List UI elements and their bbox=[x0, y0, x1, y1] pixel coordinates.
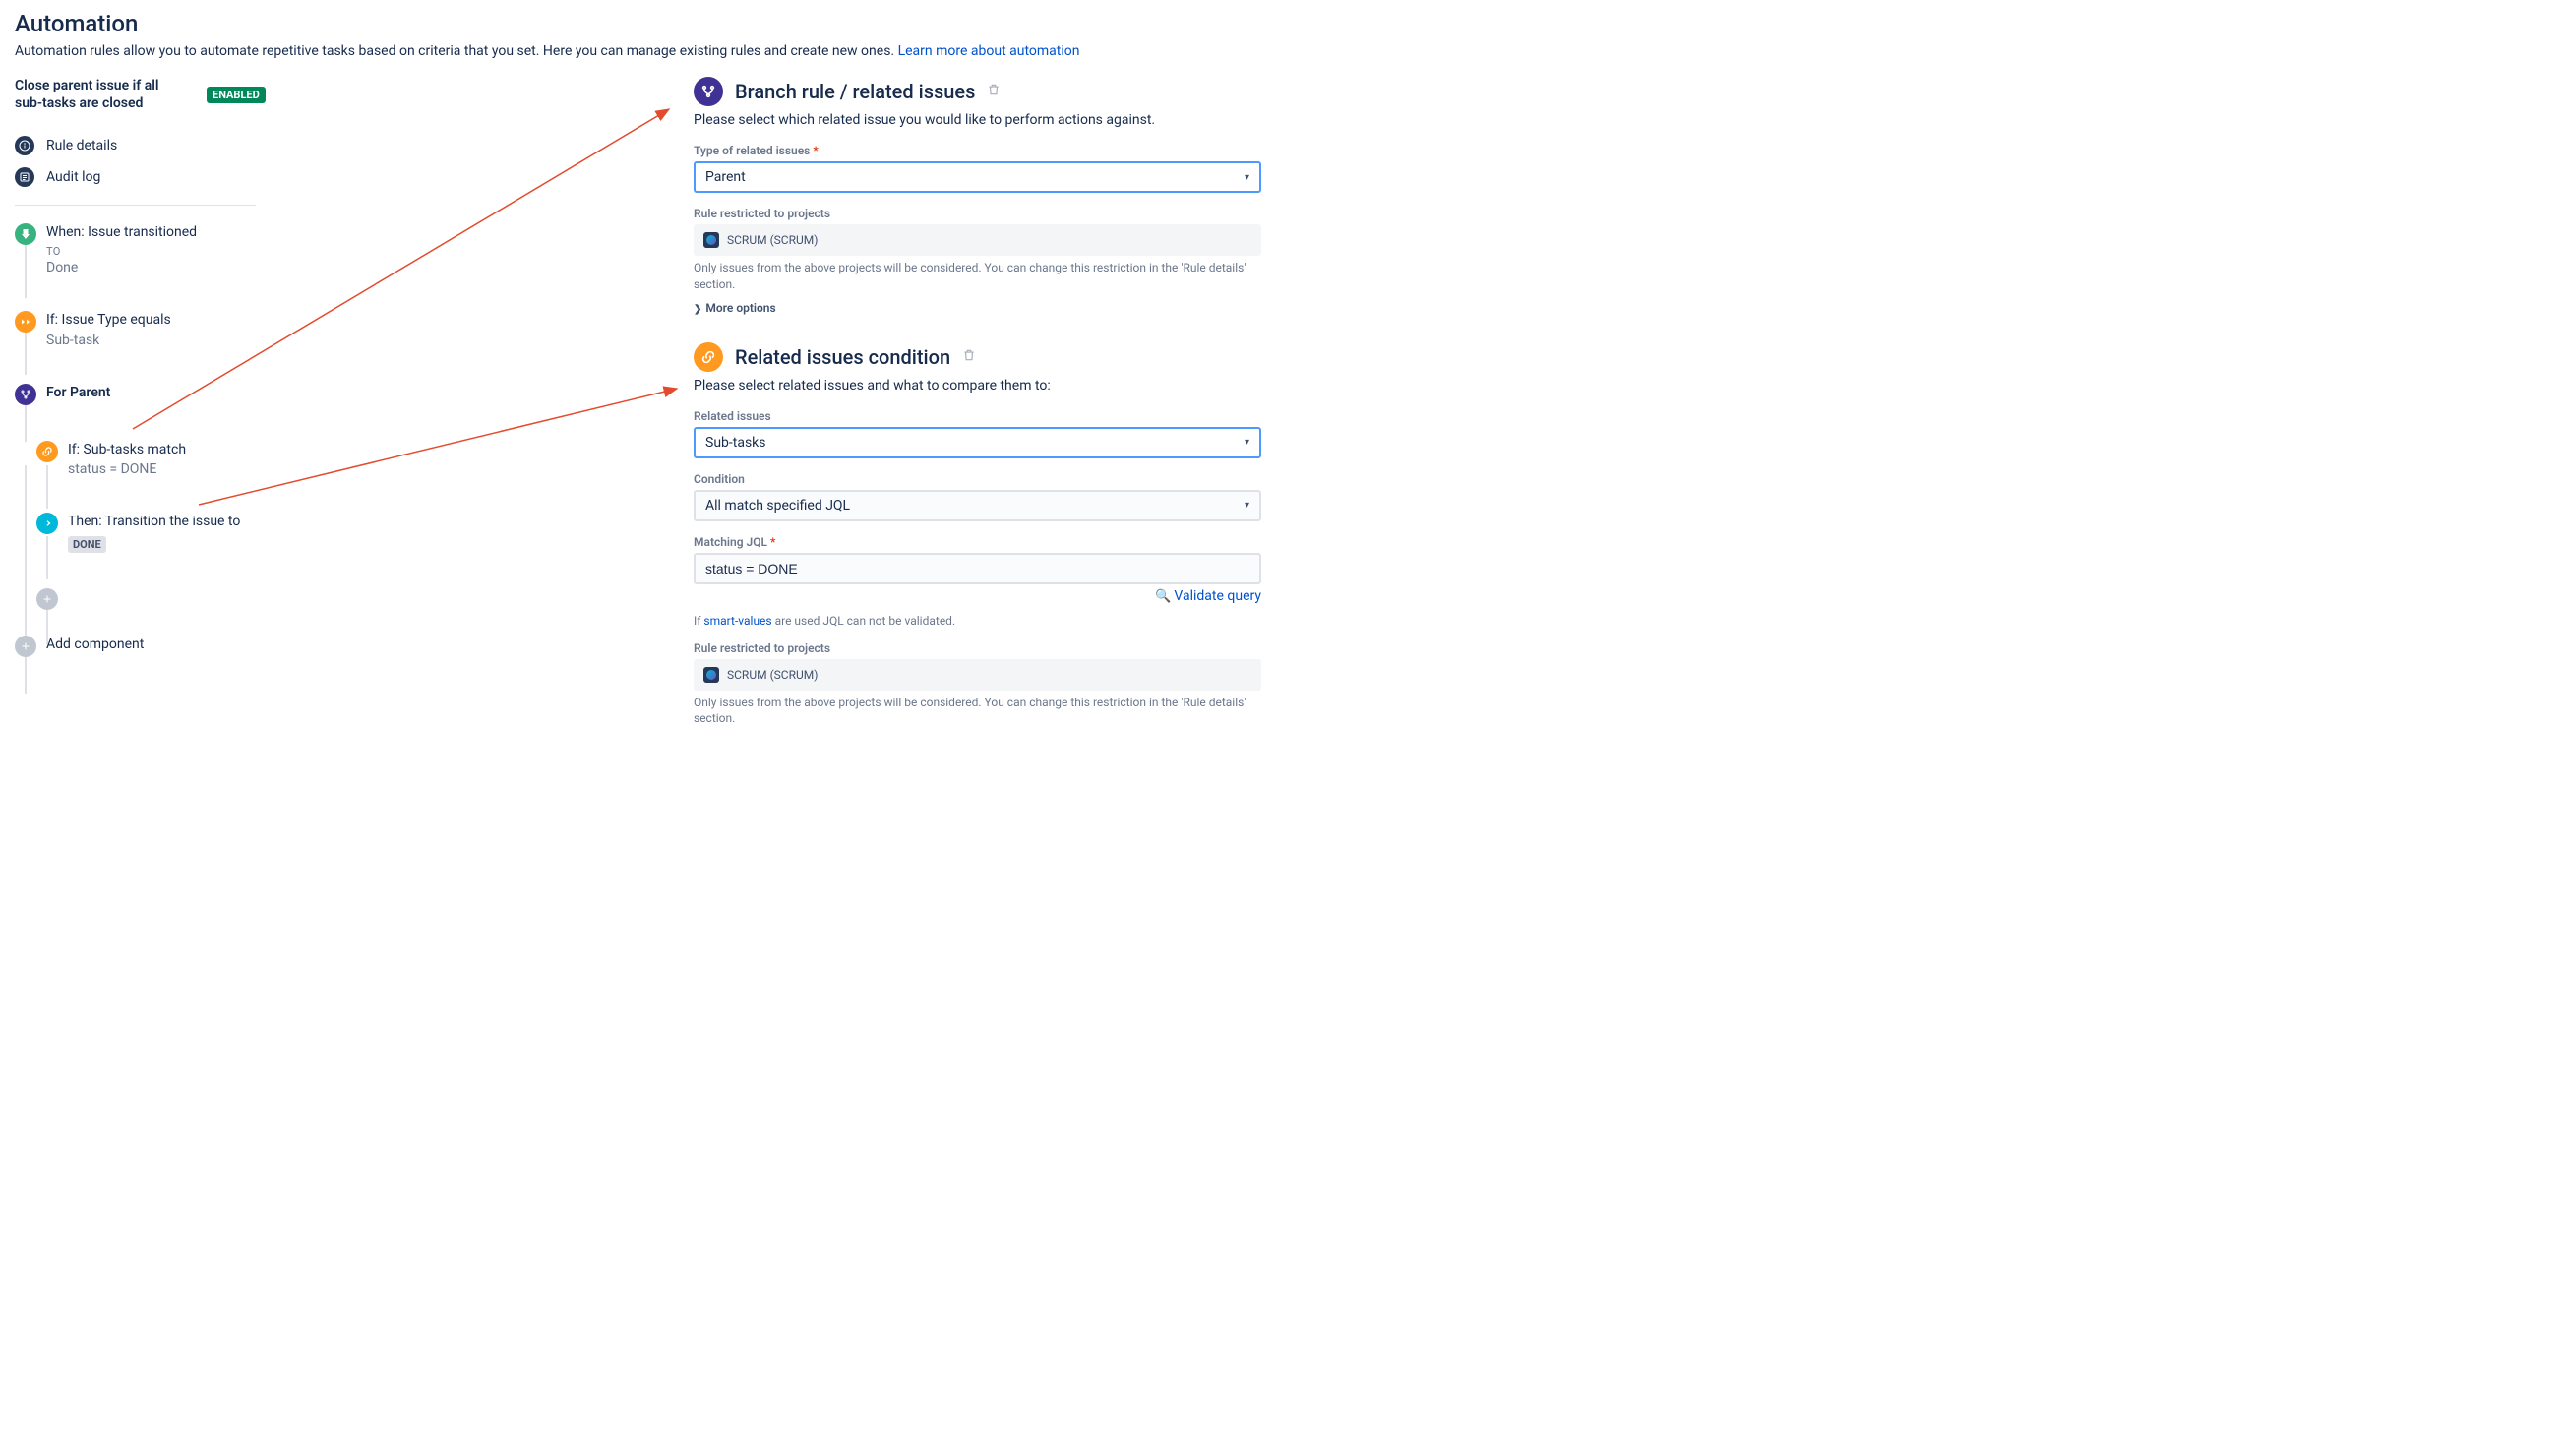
divider bbox=[15, 205, 256, 206]
jql-input[interactable] bbox=[694, 553, 1261, 584]
search-icon: 🔍 bbox=[1155, 589, 1171, 604]
field-label-restrict: Rule restricted to projects bbox=[694, 207, 1261, 220]
type-related-select[interactable]: Parent ▾ bbox=[694, 161, 1261, 193]
chevron-down-icon: ▾ bbox=[1245, 172, 1249, 183]
chevron-down-icon: ▾ bbox=[1245, 500, 1249, 511]
flow-sublabel: TO bbox=[46, 245, 349, 258]
flow-title: If: Sub-tasks match bbox=[68, 441, 349, 460]
project-name: SCRUM (SCRUM) bbox=[727, 668, 818, 682]
flow-add-component[interactable]: Add component bbox=[15, 636, 349, 657]
project-name: SCRUM (SCRUM) bbox=[727, 233, 818, 247]
validate-query-link[interactable]: 🔍Validate query bbox=[1155, 588, 1261, 604]
related-issues-select[interactable]: Sub-tasks ▾ bbox=[694, 427, 1261, 458]
project-icon bbox=[703, 232, 719, 248]
action-icon bbox=[36, 513, 58, 534]
smart-values-link[interactable]: smart-values bbox=[703, 614, 771, 628]
nav-rule-details[interactable]: Rule details bbox=[15, 130, 349, 161]
subtitle-text: Automation rules allow you to automate r… bbox=[15, 43, 898, 59]
flow-add-nested[interactable] bbox=[15, 588, 349, 610]
panel-title: Branch rule / related issues bbox=[735, 80, 975, 103]
field-label-restrict: Rule restricted to projects bbox=[694, 641, 1261, 655]
plus-icon bbox=[36, 588, 58, 610]
flow-title: For Parent bbox=[46, 384, 349, 403]
project-icon bbox=[703, 667, 719, 683]
flow-title: When: Issue transitioned bbox=[46, 223, 349, 243]
chevron-down-icon: ▾ bbox=[1245, 437, 1249, 448]
status-lozenge: DONE bbox=[68, 536, 106, 553]
field-label-condition: Condition bbox=[694, 472, 1261, 486]
helper-text: Only issues from the above projects will… bbox=[694, 695, 1261, 728]
smart-values-note: If smart-values are used JQL can not be … bbox=[694, 614, 1261, 628]
link-icon bbox=[694, 342, 723, 372]
select-value: Parent bbox=[705, 169, 746, 185]
learn-more-link[interactable]: Learn more about automation bbox=[898, 43, 1080, 59]
flow-action-transition[interactable]: Then: Transition the issue to DONE bbox=[15, 513, 349, 553]
flow-trigger[interactable]: When: Issue transitioned TO Done bbox=[15, 223, 349, 275]
status-badge: ENABLED bbox=[207, 87, 266, 103]
page-title: Automation bbox=[15, 10, 1261, 37]
select-value: Sub-tasks bbox=[705, 435, 766, 451]
flow-title: Add component bbox=[46, 636, 349, 655]
field-label-type: Type of related issues * bbox=[694, 144, 1261, 157]
flow-branch-parent[interactable]: For Parent bbox=[15, 384, 349, 405]
panel-description: Please select related issues and what to… bbox=[694, 378, 1261, 394]
flow-title: Then: Transition the issue to bbox=[68, 513, 349, 532]
branch-icon bbox=[15, 384, 36, 405]
project-restriction: SCRUM (SCRUM) bbox=[694, 224, 1261, 256]
info-icon bbox=[15, 136, 34, 155]
link-icon bbox=[36, 441, 58, 462]
trigger-icon bbox=[15, 223, 36, 245]
panel-description: Please select which related issue you wo… bbox=[694, 112, 1261, 128]
nav-label: Audit log bbox=[46, 169, 100, 185]
project-restriction: SCRUM (SCRUM) bbox=[694, 659, 1261, 691]
field-label-related: Related issues bbox=[694, 409, 1261, 423]
flow-title: If: Issue Type equals bbox=[46, 311, 349, 331]
chevron-right-icon: ❯ bbox=[694, 304, 701, 315]
select-value: All match specified JQL bbox=[705, 498, 850, 514]
rule-name: Close parent issue if all sub-tasks are … bbox=[15, 77, 177, 112]
nav-label: Rule details bbox=[46, 138, 117, 153]
more-options-toggle[interactable]: ❯More options bbox=[694, 301, 1261, 315]
page-subtitle: Automation rules allow you to automate r… bbox=[15, 43, 1261, 59]
field-label-jql: Matching JQL * bbox=[694, 535, 1261, 549]
condition-icon bbox=[15, 311, 36, 333]
panel-title: Related issues condition bbox=[735, 345, 950, 369]
helper-text: Only issues from the above projects will… bbox=[694, 260, 1261, 293]
related-issues-panel: Related issues condition Please select r… bbox=[694, 342, 1261, 728]
flow-meta: Done bbox=[46, 260, 349, 275]
flow-meta: Sub-task bbox=[46, 333, 349, 348]
flow-condition-issuetype[interactable]: If: Issue Type equals Sub-task bbox=[15, 311, 349, 348]
condition-select[interactable]: All match specified JQL ▾ bbox=[694, 490, 1261, 521]
delete-icon[interactable] bbox=[962, 348, 976, 366]
flow-meta: status = DONE bbox=[68, 461, 349, 477]
branch-icon bbox=[694, 77, 723, 106]
list-icon bbox=[15, 167, 34, 187]
delete-icon[interactable] bbox=[987, 83, 1001, 100]
branch-rule-panel: Branch rule / related issues Please sele… bbox=[694, 77, 1261, 315]
nav-audit-log[interactable]: Audit log bbox=[15, 161, 349, 193]
plus-icon bbox=[15, 636, 36, 657]
flow-condition-subtasks[interactable]: If: Sub-tasks match status = DONE bbox=[15, 441, 349, 478]
